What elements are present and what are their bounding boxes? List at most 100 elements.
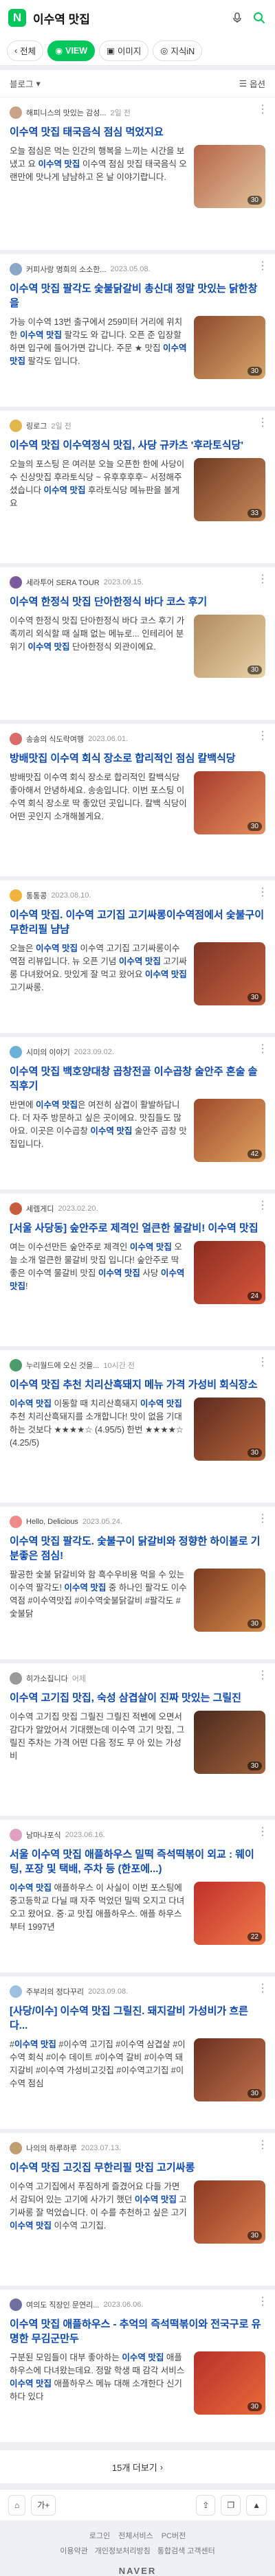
share-button[interactable]: ⇪ (196, 2494, 216, 2516)
more-options-icon[interactable]: ⋮ (257, 887, 268, 900)
login-link[interactable]: 로그인 (89, 2530, 110, 2541)
tab-image[interactable]: ▣ 이미지 (99, 40, 149, 61)
post-author[interactable]: 시미의 이야기 (26, 1047, 70, 1058)
post-author[interactable]: 링로그 (26, 420, 47, 431)
blog-post[interactable]: 세렘게디 2023.02.20. ⋮ [서울 사당동] 숲안주로 제격인 얼큰한 물갈… (0, 1194, 275, 1350)
post-author[interactable]: 세라투어 SERA TOUR (26, 577, 100, 588)
blog-post[interactable]: 커피사랑 명희의 소소한... 2023.05.08. ⋮ 이수역 맛집 팔각도 숯불… (0, 254, 275, 411)
terms-link[interactable]: 이용약관 (60, 2545, 87, 2556)
blog-post[interactable]: 히가소집니다 어제 ⋮ 이수역 고기집 맛집, 숙성 삼겹살이 진짜 맛있는 그릴진 이… (0, 1663, 275, 1820)
post-thumbnail[interactable]: 24 (194, 1241, 265, 1304)
post-author[interactable]: 세렘게디 (26, 1203, 54, 1214)
avatar[interactable] (10, 1359, 22, 1371)
tab-kin[interactable]: ◎ 지식iN (153, 40, 203, 61)
post-author[interactable]: 해피니스의 맛있는 감성... (26, 107, 106, 118)
avatar[interactable] (10, 420, 22, 432)
post-thumbnail[interactable]: 30 (194, 316, 265, 379)
post-author[interactable]: 주부리의 정다꾸리 (26, 1986, 84, 1997)
avatar[interactable] (10, 1829, 22, 1841)
blog-post[interactable]: 통통콩 2023.08.10. ⋮ 이수역 맛집. 이수역 고기집 고기싸롱이수역점에… (0, 880, 275, 1037)
more-options-icon[interactable]: ⋮ (257, 104, 268, 117)
avatar[interactable] (10, 1046, 22, 1058)
post-author[interactable]: 누리월드에 오신 것을... (26, 1360, 99, 1371)
tab-all[interactable]: ‹ 전체 (7, 40, 44, 61)
post-thumbnail[interactable]: 30 (194, 1711, 265, 1774)
post-author[interactable]: 여의도 직장인 문연리... (26, 2299, 99, 2310)
copy-button[interactable]: ❐ (221, 2494, 241, 2516)
more-options-icon[interactable]: ⋮ (257, 1044, 268, 1056)
avatar[interactable] (10, 1672, 22, 1685)
load-more-button[interactable]: 15개 더보기 › (0, 2450, 275, 2483)
more-options-icon[interactable]: ⋮ (257, 1200, 268, 1213)
post-author[interactable]: 송송의 식도락여행 (26, 733, 84, 744)
post-thumbnail[interactable]: 30 (194, 615, 265, 678)
help-center-link[interactable]: 통합검색 고객센터 (157, 2545, 215, 2556)
avatar[interactable] (10, 263, 22, 275)
avatar[interactable] (10, 576, 22, 589)
blog-post[interactable]: 링로그 2일 전 ⋮ 이수역 맛집 이수역정식 맛집, 사당 규카츠 '후라토식당' 오… (0, 411, 275, 567)
post-thumbnail[interactable]: 30 (194, 1398, 265, 1461)
avatar[interactable] (10, 1202, 22, 1215)
post-author[interactable]: Hello, Delicious (26, 1518, 78, 1526)
post-thumbnail[interactable]: 33 (194, 458, 265, 521)
post-author[interactable]: 남마나포식 (26, 1830, 61, 1840)
microphone-icon[interactable] (230, 10, 245, 25)
more-options-icon[interactable]: ⋮ (257, 1514, 268, 1526)
more-options-icon[interactable]: ⋮ (257, 418, 268, 430)
post-title[interactable]: 이수역 맛집 애플하우스 - 추억의 즉석떡볶이와 전국구로 유명한 무김군만두 (10, 2317, 265, 2346)
post-title[interactable]: 이수역 맛집 태국음식 점심 먹었지요 (10, 125, 265, 139)
blog-post[interactable]: 여의도 직장인 문연리... 2023.06.06. ⋮ 이수역 맛집 애플하우스 -… (0, 2290, 275, 2446)
post-title[interactable]: [서울 사당동] 숲안주로 제격인 얼큰한 물갈비! 이수역 맛집 (10, 1221, 265, 1235)
tab-view[interactable]: ◉ VIEW (47, 40, 96, 61)
blog-post[interactable]: Hello, Delicious 2023.05.24. ⋮ 이수역 맛집 팔각도. … (0, 1507, 275, 1663)
post-thumbnail[interactable]: 42 (194, 1099, 265, 1162)
post-title[interactable]: 이수역 맛집 팔각도 숯불닭갈비 총신대 정말 맛있는 닭한창을 (10, 282, 265, 310)
privacy-link[interactable]: 개인정보처리방침 (95, 2545, 151, 2556)
more-options-icon[interactable]: ⋮ (257, 1983, 268, 1996)
font-size-button[interactable]: 가+ (31, 2494, 56, 2516)
post-title[interactable]: 이수역 맛집 이수역정식 맛집, 사당 규카츠 '후라토식당' (10, 438, 265, 453)
more-options-icon[interactable]: ⋮ (257, 1357, 268, 1369)
blog-post[interactable]: 남마나포식 2023.06.16. ⋮ 서울 이수역 맛집 애플하우스 밀떡 즉석떡볶… (0, 1820, 275, 1976)
pc-version-link[interactable]: PC버전 (162, 2530, 186, 2541)
post-thumbnail[interactable]: 30 (194, 771, 265, 834)
more-options-icon[interactable]: ⋮ (257, 2296, 268, 2309)
post-title[interactable]: 이수역 한정식 맛집 단아한정식 바다 코스 후기 (10, 595, 265, 609)
more-options-icon[interactable]: ⋮ (257, 574, 268, 586)
blog-filter[interactable]: 블로그 ▾ (10, 77, 41, 90)
avatar[interactable] (10, 2142, 22, 2154)
top-button[interactable]: ▲ (246, 2494, 267, 2516)
avatar[interactable] (10, 733, 22, 745)
blog-post[interactable]: 세라투어 SERA TOUR 2023.09.15. ⋮ 이수역 한정식 맛집 단아한… (0, 567, 275, 724)
all-services-link[interactable]: 전체서비스 (118, 2530, 153, 2541)
search-query[interactable]: 이수역 맛집 (33, 10, 223, 27)
post-thumbnail[interactable]: 30 (194, 2351, 265, 2415)
post-thumbnail[interactable]: 30 (194, 145, 265, 208)
more-options-icon[interactable]: ⋮ (257, 1827, 268, 1839)
blog-post[interactable]: 송송의 식도락여행 2023.06.01. ⋮ 방배맛집 이수역 회식 장소로 합리적… (0, 724, 275, 880)
post-title[interactable]: 이수역 맛집 추천 치리산흑돼지 메뉴 가격 가성비 회식장소 (10, 1378, 265, 1392)
post-title[interactable]: 방배맛집 이수역 회식 장소로 합리적인 점심 칼백식당 (10, 751, 265, 766)
blog-post[interactable]: 주부리의 정다꾸리 2023.09.08. ⋮ [사당/이수] 이수역 맛집 그릴진.… (0, 1976, 275, 2133)
post-title[interactable]: 이수역 맛집 백호양대창 곱창전골 이수곱창 술안주 혼술 솔직후기 (10, 1064, 265, 1093)
post-title[interactable]: 서울 이수역 맛집 애플하우스 밀떡 즉석떡볶이 외교 : 웨이팅, 포장 및 … (10, 1847, 265, 1876)
post-author[interactable]: 통통콩 (26, 890, 47, 901)
post-title[interactable]: 이수역 맛집 팔각도. 숯불구이 닭갈비와 정향한 하이볼로 기분좋은 점심! (10, 1534, 265, 1563)
avatar[interactable] (10, 1985, 22, 1998)
post-thumbnail[interactable]: 30 (194, 2180, 265, 2244)
search-icon[interactable] (252, 10, 267, 25)
post-title[interactable]: 이수역 고기집 맛집, 숙성 삼겹살이 진짜 맛있는 그릴진 (10, 1691, 265, 1705)
more-options-icon[interactable]: ⋮ (257, 261, 268, 273)
blog-post[interactable]: 나의의 하루하루 2023.07.13. ⋮ 이수역 맛집 고깃집 무한리필 맛집 고… (0, 2133, 275, 2290)
post-author[interactable]: 나의의 하루하루 (26, 2143, 77, 2154)
blog-post[interactable]: 해피니스의 맛있는 감성... 2일 전 ⋮ 이수역 맛집 태국음식 점심 먹었지요 오… (0, 98, 275, 254)
avatar[interactable] (10, 889, 22, 902)
home-button[interactable]: ⌂ (8, 2494, 26, 2516)
post-thumbnail[interactable]: 30 (194, 1569, 265, 1632)
options-button[interactable]: ☰ 옵션 (239, 77, 265, 90)
post-title[interactable]: [사당/이수] 이수역 맛집 그릴진. 돼지갈비 가성비가 흐른다... (10, 2004, 265, 2033)
more-options-icon[interactable]: ⋮ (257, 2140, 268, 2152)
more-options-icon[interactable]: ⋮ (257, 1670, 268, 1683)
more-options-icon[interactable]: ⋮ (257, 731, 268, 743)
post-thumbnail[interactable]: 30 (194, 2038, 265, 2101)
